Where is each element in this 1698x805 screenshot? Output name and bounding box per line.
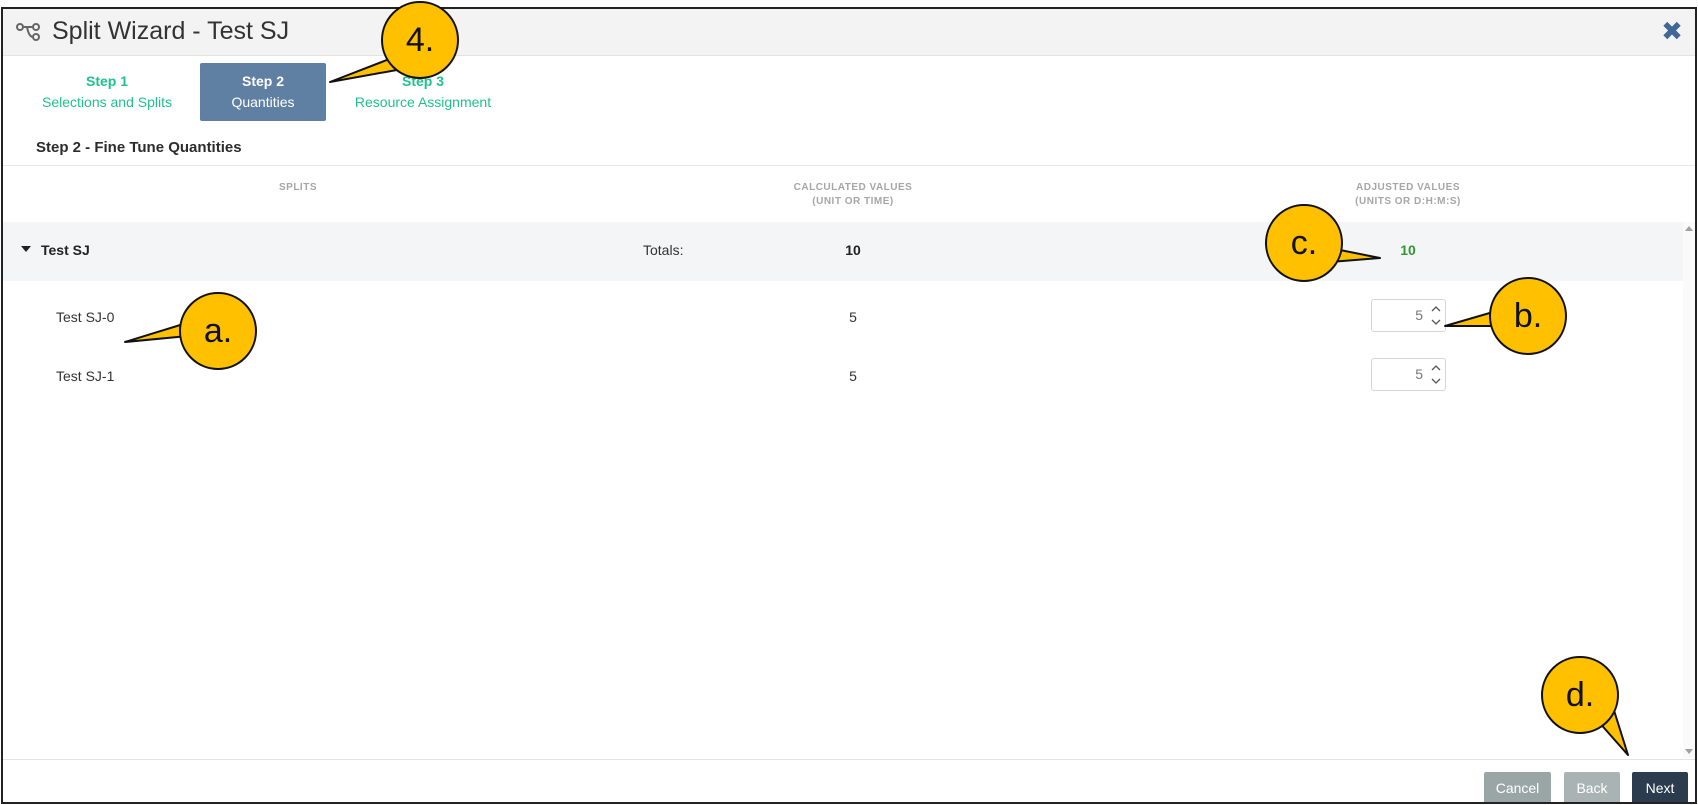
section-title: Step 2 - Fine Tune Quantities bbox=[36, 139, 242, 156]
step-1-number: Step 1 bbox=[85, 73, 128, 89]
title-bar: Split Wizard - Test SJ ✖ bbox=[3, 9, 1695, 56]
group-row: Test SJ Totals: 10 10 bbox=[3, 222, 1687, 281]
chevron-down-icon[interactable] bbox=[1431, 375, 1441, 387]
window-title: Split Wizard - Test SJ bbox=[52, 17, 290, 45]
adjusted-value-input[interactable] bbox=[1372, 359, 1427, 390]
step-3-label: Resource Assignment bbox=[354, 94, 492, 110]
back-button[interactable]: Back bbox=[1564, 772, 1620, 802]
close-icon[interactable]: ✖ bbox=[1661, 18, 1683, 44]
column-header-splits: SPLITS bbox=[203, 181, 393, 195]
scroll-up-icon[interactable] bbox=[1685, 226, 1693, 231]
tab-step-2[interactable]: Step 2 Quantities bbox=[200, 63, 326, 121]
split-name: Test SJ-1 bbox=[56, 368, 115, 384]
next-button[interactable]: Next bbox=[1632, 772, 1688, 802]
divider bbox=[3, 165, 1695, 166]
calculated-value: 5 bbox=[849, 309, 857, 325]
column-header-adjusted: ADJUSTED VALUES (UNITS OR D:H:M:S) bbox=[1288, 181, 1528, 209]
calculated-header-label: CALCULATED VALUES bbox=[793, 182, 913, 193]
scroll-down-icon[interactable] bbox=[1685, 749, 1693, 754]
calculated-header-sublabel: (UNIT OR TIME) bbox=[812, 196, 894, 207]
cancel-button[interactable]: Cancel bbox=[1484, 772, 1551, 802]
calculated-total: 10 bbox=[845, 242, 861, 258]
adjusted-header-label: ADJUSTED VALUES bbox=[1356, 182, 1460, 193]
spin-buttons bbox=[1427, 300, 1445, 331]
chevron-up-icon[interactable] bbox=[1431, 362, 1441, 374]
callout-label-step4: 4. bbox=[405, 21, 435, 59]
split-name: Test SJ-0 bbox=[56, 309, 115, 325]
vertical-scrollbar[interactable] bbox=[1683, 222, 1695, 758]
tab-step-3[interactable]: Step 3 Resource Assignment bbox=[348, 63, 498, 121]
split-wizard-dialog: Split Wizard - Test SJ ✖ Step 1 Selectio… bbox=[1, 7, 1697, 804]
spin-buttons bbox=[1427, 359, 1445, 390]
table-row: Test SJ-1 5 bbox=[3, 346, 1687, 405]
step-3-number: Step 3 bbox=[401, 73, 444, 89]
adjusted-total: 10 bbox=[1400, 242, 1416, 258]
quantity-stepper[interactable] bbox=[1371, 358, 1446, 391]
adjusted-value-input[interactable] bbox=[1372, 300, 1427, 331]
adjusted-header-sublabel: (UNITS OR D:H:M:S) bbox=[1355, 196, 1461, 207]
callout-label-d: d. bbox=[1565, 676, 1595, 714]
calculated-value: 5 bbox=[849, 368, 857, 384]
step-2-number: Step 2 bbox=[241, 73, 284, 89]
tab-step-1[interactable]: Step 1 Selections and Splits bbox=[37, 63, 177, 121]
totals-label: Totals: bbox=[643, 242, 684, 258]
callout-label-a: a. bbox=[203, 312, 233, 350]
callout-label-c: c. bbox=[1290, 224, 1318, 262]
group-name: Test SJ bbox=[41, 242, 90, 258]
split-icon bbox=[16, 23, 40, 41]
column-header-calculated: CALCULATED VALUES (UNIT OR TIME) bbox=[733, 181, 973, 209]
quantity-stepper[interactable] bbox=[1371, 299, 1446, 332]
splits-header-label: SPLITS bbox=[278, 182, 317, 193]
step-1-label: Selections and Splits bbox=[42, 94, 172, 110]
chevron-down-icon[interactable] bbox=[1431, 316, 1441, 328]
callout-label-b: b. bbox=[1513, 297, 1543, 335]
collapse-caret-icon[interactable] bbox=[21, 246, 31, 252]
footer-divider bbox=[3, 759, 1695, 760]
step-2-label: Quantities bbox=[231, 94, 295, 110]
table-row: Test SJ-0 5 bbox=[3, 287, 1687, 346]
chevron-up-icon[interactable] bbox=[1431, 303, 1441, 315]
